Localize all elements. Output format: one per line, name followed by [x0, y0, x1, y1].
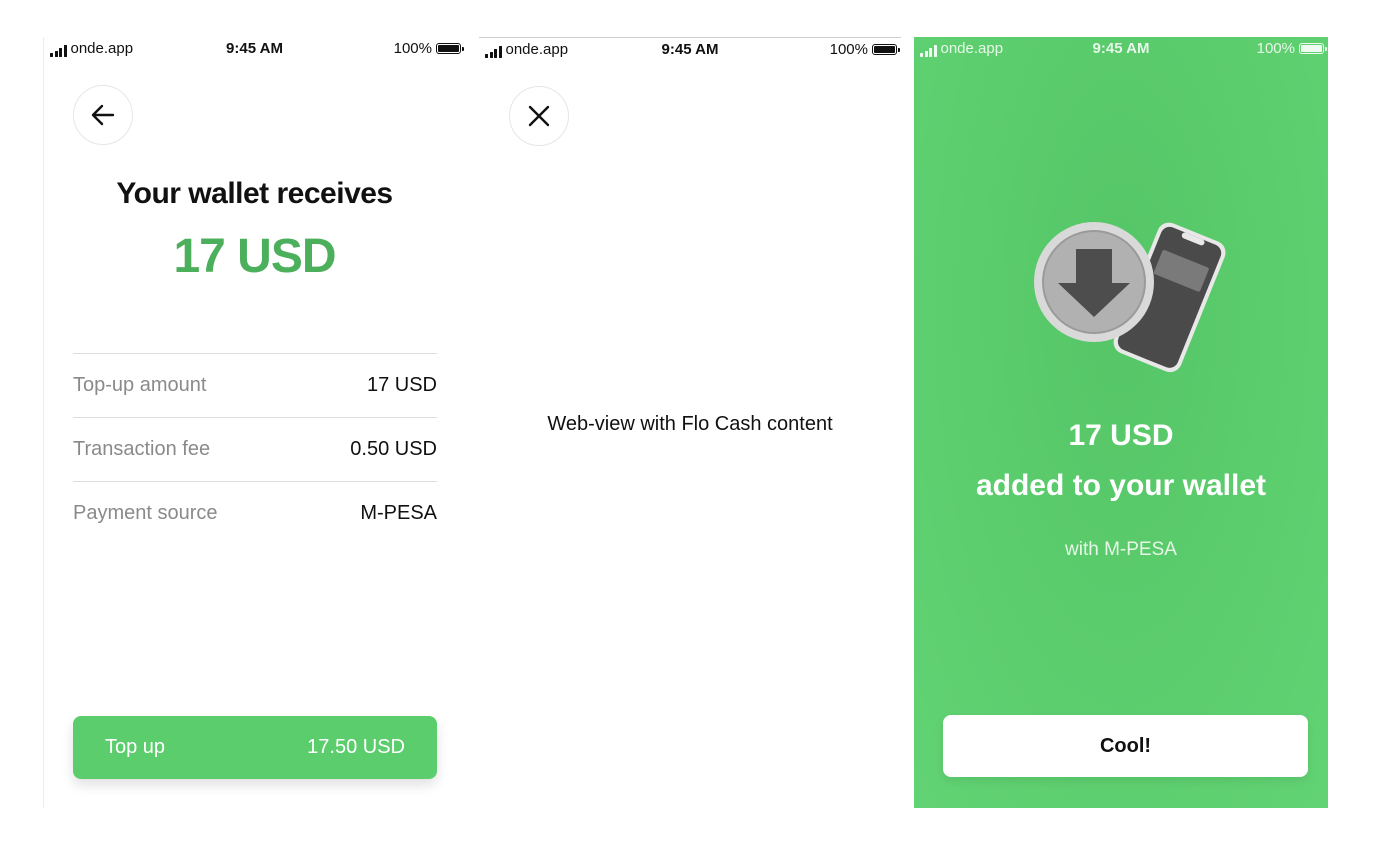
row-value: M-PESA	[360, 502, 437, 524]
download-phone-icon	[1034, 222, 1226, 373]
row-value: 17 USD	[366, 374, 437, 396]
added-amount: 17 USD	[1068, 419, 1174, 452]
receive-amount: 17 USD	[173, 230, 336, 283]
battery-icon	[1299, 43, 1327, 54]
webview-screen: onde.app 9:45 AM 100% Web-view with Flo …	[479, 37, 901, 808]
close-button[interactable]	[509, 86, 569, 146]
battery-icon	[872, 44, 900, 55]
row-value: 0.50 USD	[350, 438, 437, 460]
battery-status: 100%	[829, 41, 900, 58]
success-screen: onde.app 9:45 AM 100% 17 USD added to yo…	[914, 37, 1328, 808]
summary-row-topup-amount: Top-up amount 17 USD	[73, 353, 437, 417]
summary-row-transaction-fee: Transaction fee 0.50 USD	[73, 417, 437, 481]
battery-percent: 100%	[829, 41, 868, 58]
success-message: added to your wallet	[975, 469, 1267, 502]
top-up-total: 17.50 USD	[307, 736, 405, 758]
row-label: Transaction fee	[73, 438, 211, 460]
status-bar: onde.app 9:45 AM 100%	[914, 37, 1328, 63]
back-button[interactable]	[73, 85, 133, 145]
page-title: Your wallet receives	[116, 177, 393, 210]
top-up-label: Top up	[105, 736, 166, 758]
battery-icon	[436, 43, 464, 54]
close-icon	[528, 105, 550, 127]
summary-row-payment-source: Payment source M-PESA	[73, 481, 437, 545]
battery-status: 100%	[393, 40, 464, 57]
row-label: Payment source	[73, 502, 218, 524]
summary-list: Top-up amount 17 USD Transaction fee 0.5…	[73, 353, 437, 545]
payment-method-text: with M-PESA	[1065, 539, 1177, 560]
webview-placeholder: Web-view with Flo Cash content	[547, 413, 833, 435]
arrow-left-icon	[91, 104, 115, 126]
top-up-button[interactable]: Top up 17.50 USD	[73, 716, 437, 779]
status-bar: onde.app 9:45 AM 100%	[479, 38, 901, 64]
row-label: Top-up amount	[73, 374, 207, 396]
cool-button[interactable]: Cool!	[943, 715, 1308, 777]
wallet-receives-screen: onde.app 9:45 AM 100% Your wallet receiv…	[43, 37, 465, 808]
status-bar: onde.app 9:45 AM 100%	[44, 37, 465, 63]
battery-status: 100%	[1256, 40, 1327, 57]
battery-percent: 100%	[393, 40, 432, 57]
battery-percent: 100%	[1256, 40, 1295, 57]
